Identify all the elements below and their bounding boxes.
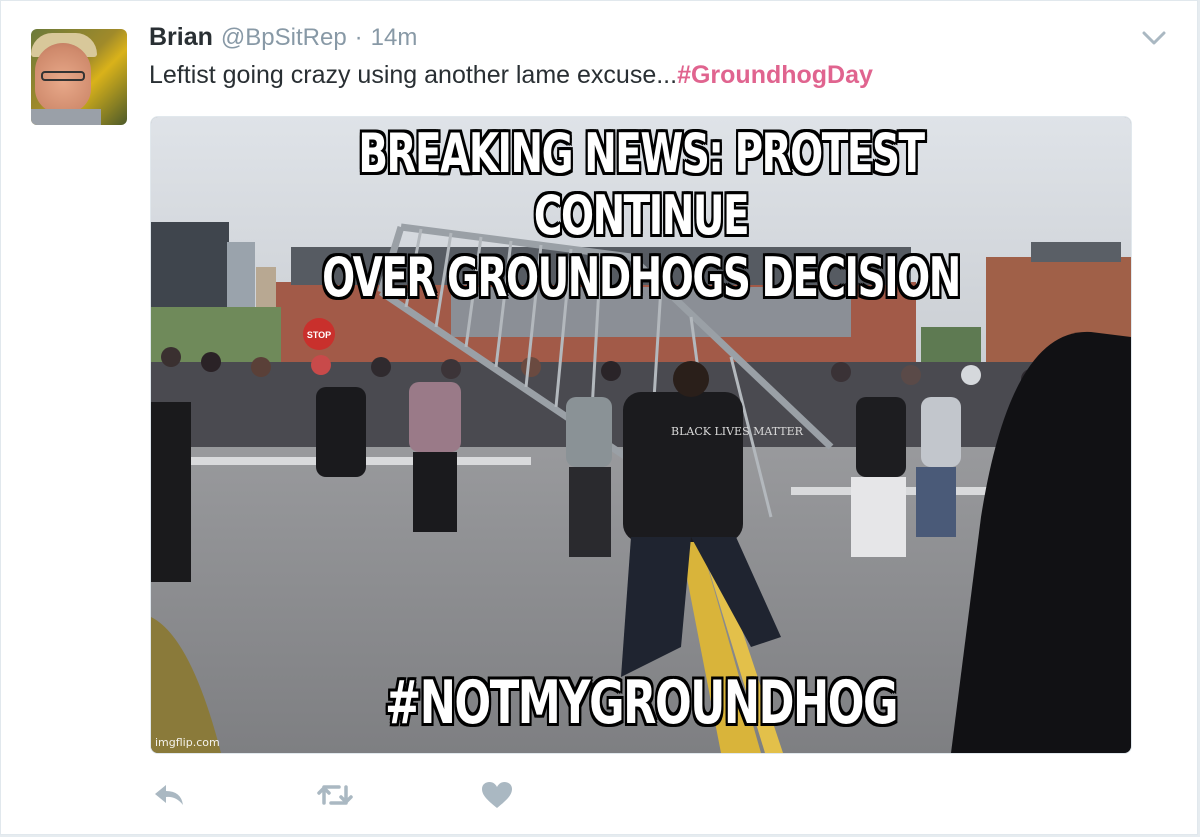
tweet-card[interactable]: Brian @BpSitRep · 14m Leftist going craz… bbox=[0, 0, 1198, 835]
person-left-edge bbox=[151, 402, 191, 582]
chevron-down-icon[interactable] bbox=[1141, 29, 1167, 47]
person-left-walking bbox=[316, 387, 366, 477]
avatar[interactable] bbox=[31, 29, 127, 125]
tweet-text: Leftist going crazy using another lame e… bbox=[149, 61, 873, 90]
retweet-icon bbox=[317, 785, 353, 805]
stop-sign-text: STOP bbox=[307, 330, 331, 340]
meme-bottom-caption: #NOTMYGROUNDHOG bbox=[384, 668, 899, 738]
watermark: imgflip.com bbox=[155, 736, 220, 749]
hashtag-link[interactable]: #GroundhogDay bbox=[677, 61, 873, 89]
tweet-media-image[interactable]: STOP BLACK LIVES MATTER BREAKING NEWS: P… bbox=[150, 116, 1132, 754]
person-center-head bbox=[673, 361, 709, 397]
like-button[interactable] bbox=[477, 777, 517, 813]
author-handle[interactable]: @BpSitRep bbox=[221, 24, 347, 52]
meme-top-caption: BREAKING NEWS: PROTEST CONTINUE OVER GRO… bbox=[322, 122, 961, 309]
person-right-pants bbox=[851, 477, 906, 557]
person-pink-shirt bbox=[409, 382, 461, 452]
person-pink-legs bbox=[413, 452, 457, 532]
person-right-jacket bbox=[856, 397, 906, 477]
meta-separator: · bbox=[354, 24, 363, 51]
building-right-roof bbox=[1031, 242, 1121, 262]
reply-icon bbox=[155, 785, 183, 805]
avatar-shirt bbox=[31, 109, 101, 125]
person-center-torso bbox=[623, 392, 743, 542]
author-name[interactable]: Brian bbox=[149, 23, 213, 52]
tweet-body: Leftist going crazy using another lame e… bbox=[149, 61, 678, 89]
avatar-glasses bbox=[41, 71, 85, 81]
tweet-header: Brian @BpSitRep · 14m bbox=[149, 23, 417, 55]
reply-button[interactable] bbox=[149, 777, 189, 813]
retweet-button[interactable] bbox=[315, 777, 355, 813]
tweet-timestamp[interactable]: 14m bbox=[371, 24, 418, 52]
tweet-actions bbox=[149, 777, 517, 813]
shirt-text: BLACK LIVES MATTER bbox=[671, 425, 804, 438]
person-hoodie bbox=[921, 397, 961, 467]
person-jeans bbox=[916, 467, 956, 537]
person-grey-shirt bbox=[566, 397, 612, 467]
heart-icon bbox=[482, 782, 512, 808]
person-grey-legs bbox=[569, 467, 611, 557]
